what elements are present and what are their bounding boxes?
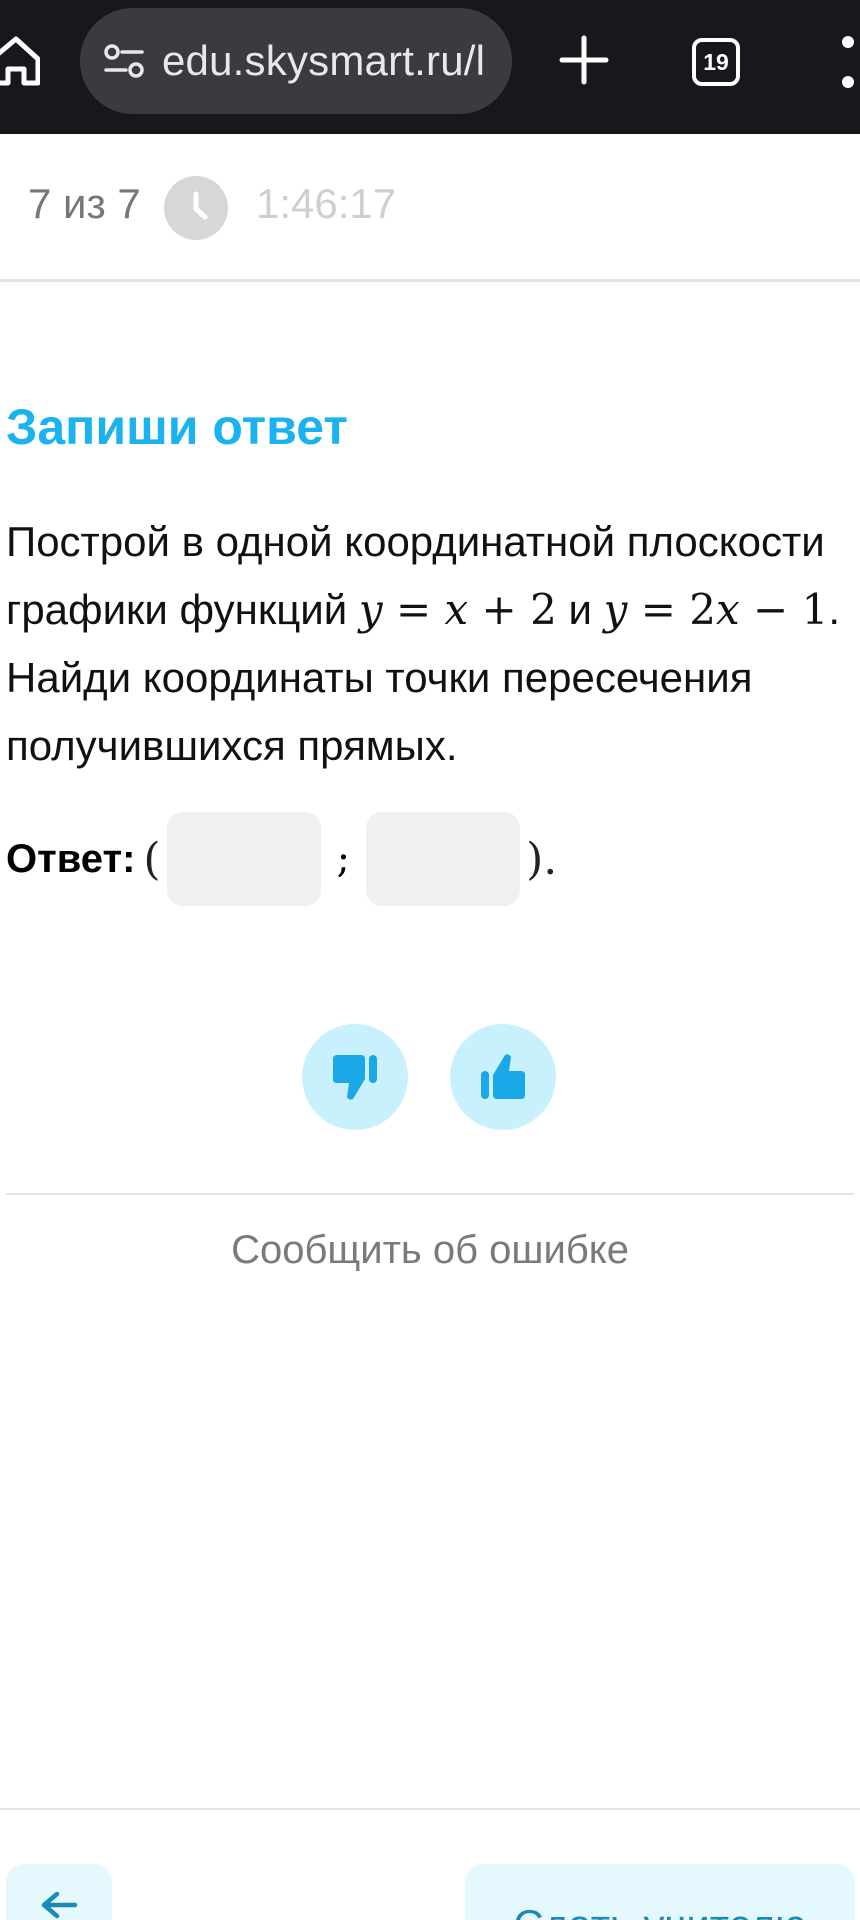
plus-icon (559, 35, 609, 85)
equation-1: y = x + 2 (358, 585, 557, 634)
coordinate-separator: ; (336, 836, 351, 882)
dislike-button[interactable] (302, 1024, 408, 1130)
eq1-lhs: y (358, 585, 383, 634)
task-text: Построй в одной координатной плоскости г… (6, 508, 856, 780)
arrow-left-icon (41, 1891, 78, 1919)
home-button[interactable] (0, 28, 44, 94)
menu-dot-icon (842, 36, 854, 48)
eq2-lhs: y (603, 585, 628, 634)
browser-toolbar: edu.skysmart.ru/l 19 (0, 0, 860, 134)
thumbs-down-icon (332, 1055, 377, 1100)
submit-to-teacher-button[interactable]: Сдать учителю (465, 1864, 855, 1920)
new-tab-button[interactable] (558, 32, 610, 88)
tab-switcher-button[interactable]: 19 (692, 38, 740, 86)
browser-menu-button[interactable] (836, 36, 860, 88)
eq1-var: x (444, 585, 469, 634)
eq2-var: x (716, 585, 740, 634)
menu-dot-icon (842, 76, 854, 88)
close-paren: ). (526, 833, 558, 885)
back-button[interactable] (6, 1864, 112, 1920)
equation-2: y = 2x − 1 (603, 585, 829, 634)
task-title: Запиши ответ (6, 399, 348, 455)
home-icon (0, 36, 40, 86)
open-paren: ( (143, 833, 161, 885)
eq2-coef: 2 (689, 585, 716, 634)
answer-row: Ответ: ( ; ). (6, 810, 557, 908)
task-text-and: и (556, 586, 592, 633)
address-bar[interactable]: edu.skysmart.ru/l (80, 8, 512, 114)
like-button[interactable] (450, 1024, 556, 1130)
report-error-link[interactable]: Сообщить об ошибке (0, 1228, 860, 1273)
site-settings-icon (104, 44, 144, 78)
eq2-rest: − 1 (739, 585, 829, 634)
divider (6, 1193, 854, 1195)
answer-label: Ответ: (6, 836, 136, 881)
progress-header: 7 из 7 1:46:17 (0, 134, 860, 282)
x-coordinate-input[interactable] (166, 812, 321, 906)
thumbs-up-icon (481, 1054, 526, 1099)
eq1-rest: + 2 (468, 585, 557, 634)
question-counter: 7 из 7 (28, 180, 141, 227)
clock-icon (164, 176, 228, 240)
timer: 1:46:17 (256, 180, 397, 227)
url-text: edu.skysmart.ru/l (162, 37, 486, 84)
y-coordinate-input[interactable] (366, 812, 521, 906)
divider (0, 1808, 860, 1810)
